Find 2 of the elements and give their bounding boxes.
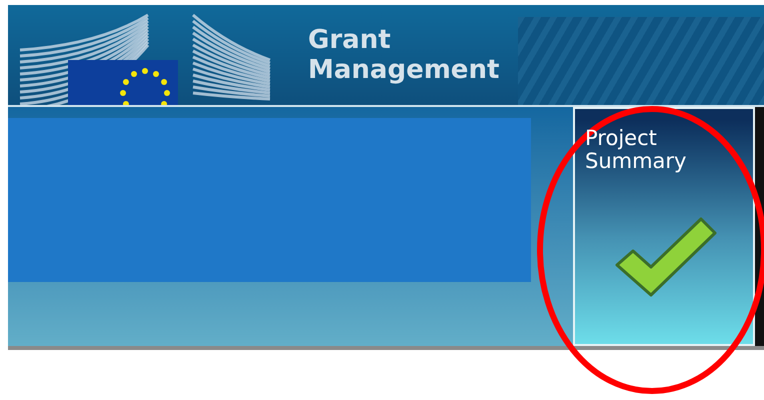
project-summary-tile[interactable]: Project Summary [573, 107, 755, 346]
app-title: Grant Management [308, 25, 500, 85]
